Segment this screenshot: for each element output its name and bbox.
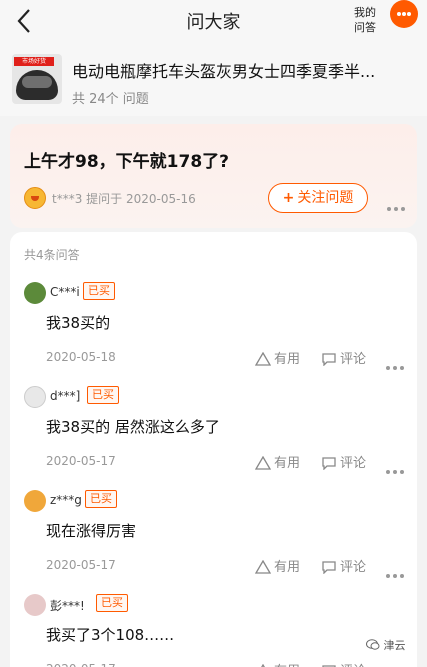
bought-badge: 已买 [96,594,128,612]
comment-label: 评论 [340,456,367,471]
avatar[interactable] [24,386,46,408]
useful-button[interactable]: 有用 [255,452,300,471]
answer-user: z***g [50,493,82,507]
product-tag: 市场好货 [14,57,54,66]
triangle-icon [255,456,271,470]
answer-more-icon[interactable] [386,563,407,582]
answer-more-icon[interactable] [386,459,407,478]
answer-content: 我38买的 居然涨这么多了 [46,418,220,436]
answer-date: 2020-05-17 [46,662,116,667]
top-bar: 问大家 我的问答 [0,0,427,42]
avatar[interactable] [24,282,46,304]
follow-label: 关注问题 [297,190,354,206]
comment-button[interactable]: 评论 [321,452,366,471]
watermark: 津云 [366,637,406,653]
plus-icon: + [282,190,295,206]
answer-content: 我38买的 [46,314,111,332]
question-more-icon[interactable] [387,196,408,215]
helmet-visor [22,76,52,88]
useful-button[interactable]: 有用 [255,348,300,367]
useful-button[interactable]: 有用 [255,660,300,667]
asked-date: 提问于 2020-05-16 [86,192,196,206]
triangle-icon [255,352,271,366]
answers-count: 共4条问答 [24,248,80,262]
my-questions-button[interactable]: 我的问答 [350,5,380,35]
comment-button[interactable]: 评论 [321,348,366,367]
question-card: 上午才98，下午就178了? t***3 提问于 2020-05-16 + 关注问… [10,124,417,228]
avatar[interactable] [24,490,46,512]
asker-avatar [24,187,46,209]
product-title: 电动电瓶摩托车头盔灰男女士四季夏季半... [72,62,376,81]
comment-icon [322,561,336,574]
avatar[interactable] [24,594,46,616]
answer-user: 彭***! [50,599,85,613]
triangle-icon [255,560,271,574]
answer-item: C***i 已买 我38买的 2020-05-18 有用 评论 [10,282,417,386]
follow-question-button[interactable]: + 关注问题 [268,183,368,213]
bought-badge: 已买 [85,490,117,508]
useful-label: 有用 [274,352,301,367]
answer-item: 彭***! 已买 我买了3个108…… 2020-05-17 有用 评论 [10,594,417,667]
answer-date: 2020-05-18 [46,350,116,364]
comment-button[interactable]: 评论 [321,556,366,575]
wechat-icon [366,639,380,650]
asker-info: t***3 提问于 2020-05-16 [52,190,196,207]
bought-badge: 已买 [87,386,119,404]
comment-button[interactable]: 评论 [321,660,366,667]
answer-user: C***i [50,285,80,299]
bought-badge: 已买 [83,282,115,300]
product-question-count: 共 24个 问题 [72,92,149,107]
answer-more-icon[interactable] [386,355,407,374]
useful-button[interactable]: 有用 [255,556,300,575]
answer-item: d***] 已买 我38买的 居然涨这么多了 2020-05-17 有用 评论 [10,386,417,490]
answers-panel: 共4条问答 C***i 已买 我38买的 2020-05-18 有用 评论 d*… [10,232,417,667]
comment-icon [322,457,336,470]
answer-date: 2020-05-17 [46,454,116,468]
comment-icon [322,353,336,366]
answer-content: 现在涨得厉害 [46,522,137,540]
answer-content: 我买了3个108…… [46,626,175,644]
answer-item: z***g 已买 现在涨得厉害 2020-05-17 有用 评论 [10,490,417,594]
asker-name: t***3 [52,192,83,206]
comment-label: 评论 [340,352,367,367]
answer-user: d***] [50,389,81,403]
useful-label: 有用 [274,560,301,575]
more-menu-button[interactable] [390,0,418,28]
watermark-text: 津云 [383,639,406,652]
product-header[interactable]: 市场好货 电动电瓶摩托车头盔灰男女士四季夏季半... 共 24个 问题 [0,42,427,116]
answer-date: 2020-05-17 [46,558,116,572]
useful-label: 有用 [274,456,301,471]
question-text: 上午才98，下午就178了? [24,152,230,172]
product-thumbnail: 市场好货 [12,54,62,104]
comment-label: 评论 [340,560,367,575]
